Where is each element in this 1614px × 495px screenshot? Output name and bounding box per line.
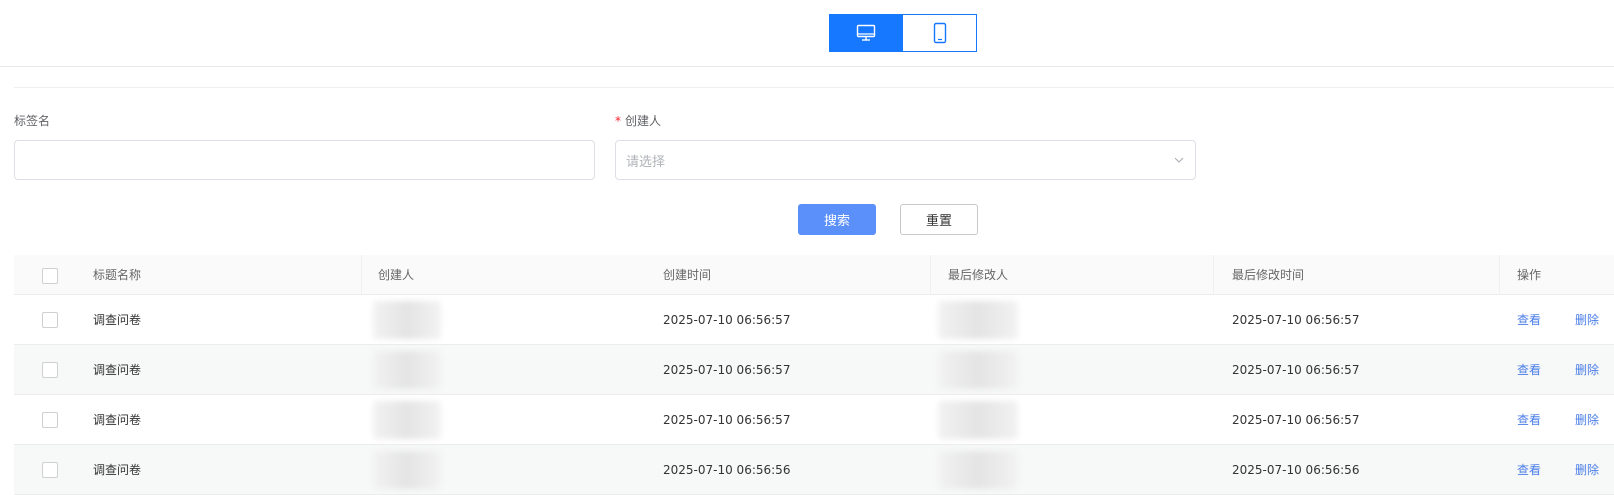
row-modified-at: 2025-07-10 06:56:56 xyxy=(1232,463,1360,477)
delete-link[interactable]: 删除 xyxy=(1575,445,1599,495)
row-created-at: 2025-07-10 06:56:57 xyxy=(663,413,791,427)
column-header-modified-at: 最后修改时间 xyxy=(1232,268,1305,282)
column-header-modifier: 最后修改人 xyxy=(948,268,1009,282)
row-title: 调查问卷 xyxy=(93,363,142,377)
table-row: 调查问卷 2025-07-10 06:56:56 2025-07-10 06:5… xyxy=(14,445,1614,495)
row-title: 调查问卷 xyxy=(93,413,142,427)
view-link[interactable]: 查看 xyxy=(1517,345,1541,395)
column-divider xyxy=(1213,255,1214,295)
desktop-view-button[interactable] xyxy=(829,14,903,52)
row-checkbox[interactable] xyxy=(42,412,58,428)
modifier-redacted xyxy=(938,401,1018,439)
row-title: 调查问卷 xyxy=(93,463,142,477)
creator-select[interactable]: 请选择 xyxy=(615,140,1196,180)
modifier-redacted xyxy=(938,451,1018,489)
delete-link[interactable]: 删除 xyxy=(1575,345,1599,395)
select-all-checkbox[interactable] xyxy=(42,268,58,284)
data-table: 标题名称 创建人 创建时间 最后修改人 最后修改时间 操作 调查问卷 2025-… xyxy=(14,255,1614,495)
mobile-phone-icon xyxy=(933,22,946,44)
column-divider xyxy=(361,255,362,295)
search-button[interactable]: 搜索 xyxy=(798,204,876,235)
view-link[interactable]: 查看 xyxy=(1517,395,1541,445)
row-checkbox[interactable] xyxy=(42,362,58,378)
tag-name-label: 标签名 xyxy=(14,114,51,128)
mobile-view-button[interactable] xyxy=(903,14,977,52)
column-header-creator: 创建人 xyxy=(378,268,415,282)
creator-select-placeholder: 请选择 xyxy=(626,154,666,170)
device-view-toggle xyxy=(829,14,977,52)
creator-redacted xyxy=(373,301,441,339)
column-header-actions: 操作 xyxy=(1517,268,1542,282)
delete-link[interactable]: 删除 xyxy=(1575,295,1599,345)
row-title: 调查问卷 xyxy=(93,313,142,327)
row-created-at: 2025-07-10 06:56:57 xyxy=(663,363,791,377)
required-mark: * xyxy=(615,114,621,128)
view-link[interactable]: 查看 xyxy=(1517,295,1541,345)
row-checkbox[interactable] xyxy=(42,312,58,328)
creator-redacted xyxy=(373,351,441,389)
modifier-redacted xyxy=(938,301,1018,339)
table-header: 标题名称 创建人 创建时间 最后修改人 最后修改时间 操作 xyxy=(14,255,1614,295)
top-bar xyxy=(0,0,1614,67)
column-divider xyxy=(930,255,931,295)
row-checkbox[interactable] xyxy=(42,462,58,478)
creator-redacted xyxy=(373,451,441,489)
row-modified-at: 2025-07-10 06:56:57 xyxy=(1232,413,1360,427)
row-modified-at: 2025-07-10 06:56:57 xyxy=(1232,313,1360,327)
desktop-monitor-icon xyxy=(856,24,876,41)
row-modified-at: 2025-07-10 06:56:57 xyxy=(1232,363,1360,377)
delete-link[interactable]: 删除 xyxy=(1575,395,1599,445)
table-row: 调查问卷 2025-07-10 06:56:57 2025-07-10 06:5… xyxy=(14,345,1614,395)
creator-label-text: 创建人 xyxy=(625,114,662,128)
tag-name-input[interactable] xyxy=(14,140,595,180)
column-header-created-at: 创建时间 xyxy=(663,268,712,282)
creator-redacted xyxy=(373,401,441,439)
creator-label: * 创建人 xyxy=(615,112,661,129)
row-created-at: 2025-07-10 06:56:57 xyxy=(663,313,791,327)
chevron-down-icon xyxy=(1174,157,1184,163)
column-header-title: 标题名称 xyxy=(93,268,142,282)
main-panel: 标签名 * 创建人 请选择 搜索 重置 标题名称 创建人 创建时间 最后修改人 最… xyxy=(14,87,1614,495)
reset-button[interactable]: 重置 xyxy=(900,204,978,235)
modifier-redacted xyxy=(938,351,1018,389)
view-link[interactable]: 查看 xyxy=(1517,445,1541,495)
column-divider xyxy=(1499,255,1500,295)
row-created-at: 2025-07-10 06:56:56 xyxy=(663,463,791,477)
table-row: 调查问卷 2025-07-10 06:56:57 2025-07-10 06:5… xyxy=(14,295,1614,345)
table-row: 调查问卷 2025-07-10 06:56:57 2025-07-10 06:5… xyxy=(14,395,1614,445)
